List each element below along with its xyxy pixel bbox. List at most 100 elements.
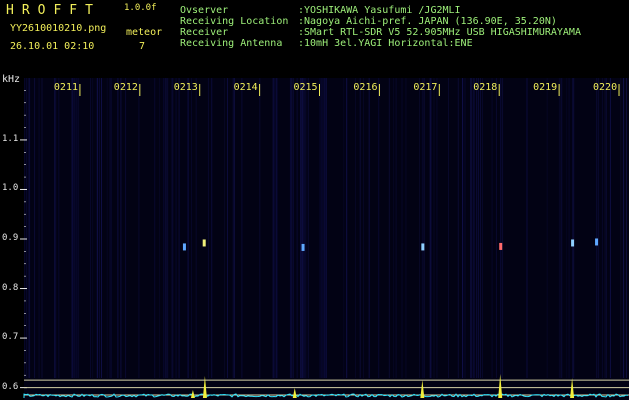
x-tick-label: 0215 [293, 82, 318, 93]
x-tick-label: 0217 [413, 82, 438, 93]
y-tick-label: 0.7 [2, 332, 19, 343]
noise-streak [363, 78, 364, 378]
noise-streak [491, 78, 493, 378]
noise-streak [566, 78, 568, 378]
timestamp: 26.10.01 02:10 [10, 41, 95, 52]
noise-streak [609, 78, 611, 378]
noise-streak [76, 78, 78, 378]
noise-streak [401, 78, 403, 378]
noise-streak [625, 78, 627, 378]
noise-streak [175, 78, 177, 378]
meteor-echo [202, 239, 206, 247]
noise-streak [232, 78, 234, 378]
info-value: :Nagoya Aichi-pref. JAPAN (136.90E, 35.2… [298, 16, 557, 27]
info-value: :YOSHIKAWA Yasufumi /JG2MLI [298, 5, 461, 16]
noise-streak [405, 78, 407, 378]
noise-streak [276, 78, 278, 378]
noise-streak [111, 78, 112, 378]
noise-streak [324, 78, 326, 378]
app-title: HROFFT [6, 3, 101, 18]
noise-streak [476, 78, 478, 378]
noise-streak [430, 78, 432, 378]
noise-streak [38, 78, 40, 378]
info-key: Receiving Location [180, 16, 289, 27]
noise-streak [166, 78, 168, 378]
noise-streak [305, 78, 307, 378]
noise-streak [106, 78, 108, 378]
noise-streak [321, 78, 323, 378]
noise-streak [292, 78, 294, 378]
noise-streak [163, 78, 165, 378]
spectrogram [20, 78, 629, 400]
noise-streak [359, 78, 361, 378]
x-tick-label: 0213 [173, 82, 198, 93]
meteor-echo [595, 238, 599, 246]
noise-streak [98, 78, 100, 378]
noise-streak [272, 78, 274, 378]
noise-streak [154, 78, 156, 378]
noise-streak [167, 78, 169, 378]
noise-streak [419, 78, 420, 378]
x-tick-label: 0220 [593, 82, 618, 93]
noise-streak [159, 78, 160, 378]
noise-streak [325, 78, 327, 378]
noise-streak [343, 78, 345, 378]
noise-streak [90, 78, 91, 378]
noise-streak [41, 78, 43, 378]
noise-streak [561, 78, 563, 378]
meteor-echo [182, 243, 186, 251]
noise-streak [433, 78, 435, 378]
noise-streak [211, 78, 213, 378]
noise-streak [300, 78, 301, 378]
noise-streak [319, 78, 321, 378]
noise-streak [605, 78, 607, 378]
noise-streak [290, 78, 292, 378]
file-name: YY2610010210.png [10, 23, 107, 34]
noise-streak [191, 78, 192, 378]
noise-streak [473, 78, 475, 378]
noise-streak [207, 78, 209, 378]
noise-streak [26, 78, 28, 378]
noise-streak [195, 78, 197, 378]
noise-streak [120, 78, 122, 378]
noise-streak [72, 78, 74, 378]
noise-streak [24, 78, 26, 378]
noise-streak [241, 78, 243, 378]
noise-streak [275, 78, 277, 378]
noise-streak [55, 78, 57, 378]
noise-streak [546, 78, 548, 378]
noise-streak [568, 78, 570, 378]
noise-streak [125, 78, 127, 378]
y-tick-label: 1.0 [2, 183, 19, 194]
info-key: Receiver [180, 27, 229, 38]
y-tick-label: 0.6 [2, 381, 19, 392]
info-row-receiver: Receiver:SMart RTL-SDR V5 52.905MHz USB … [180, 27, 581, 38]
noise-streak [388, 78, 390, 378]
noise-streak [224, 78, 225, 378]
noise-streak [572, 78, 574, 378]
noise-streak [322, 78, 324, 378]
noise-streak [29, 78, 31, 378]
y-tick-label: 0.8 [2, 282, 19, 293]
info-row-location: Receiving Location :Nagoya Aichi-pref. JA… [180, 16, 581, 27]
noise-streak [470, 78, 471, 378]
noise-streak [28, 78, 30, 378]
noise-streak [495, 78, 497, 378]
noise-streak [74, 78, 76, 378]
info-key: Receiving Antenna [180, 38, 283, 49]
info-key: Ovserver [180, 5, 229, 16]
noise-streak [423, 78, 425, 378]
noise-streak [480, 78, 482, 378]
x-tick-label: 0211 [53, 82, 78, 93]
x-tick-label: 0219 [533, 82, 558, 93]
noise-streak [302, 78, 304, 378]
app-version: 1.0.0f [124, 3, 157, 13]
noise-streak [320, 78, 322, 378]
noise-streak [301, 78, 303, 378]
noise-streak [96, 78, 98, 378]
x-tick-label: 0212 [113, 82, 138, 93]
noise-streak [436, 78, 438, 378]
noise-streak [558, 78, 560, 378]
noise-streak [101, 78, 102, 378]
noise-streak [598, 78, 600, 378]
